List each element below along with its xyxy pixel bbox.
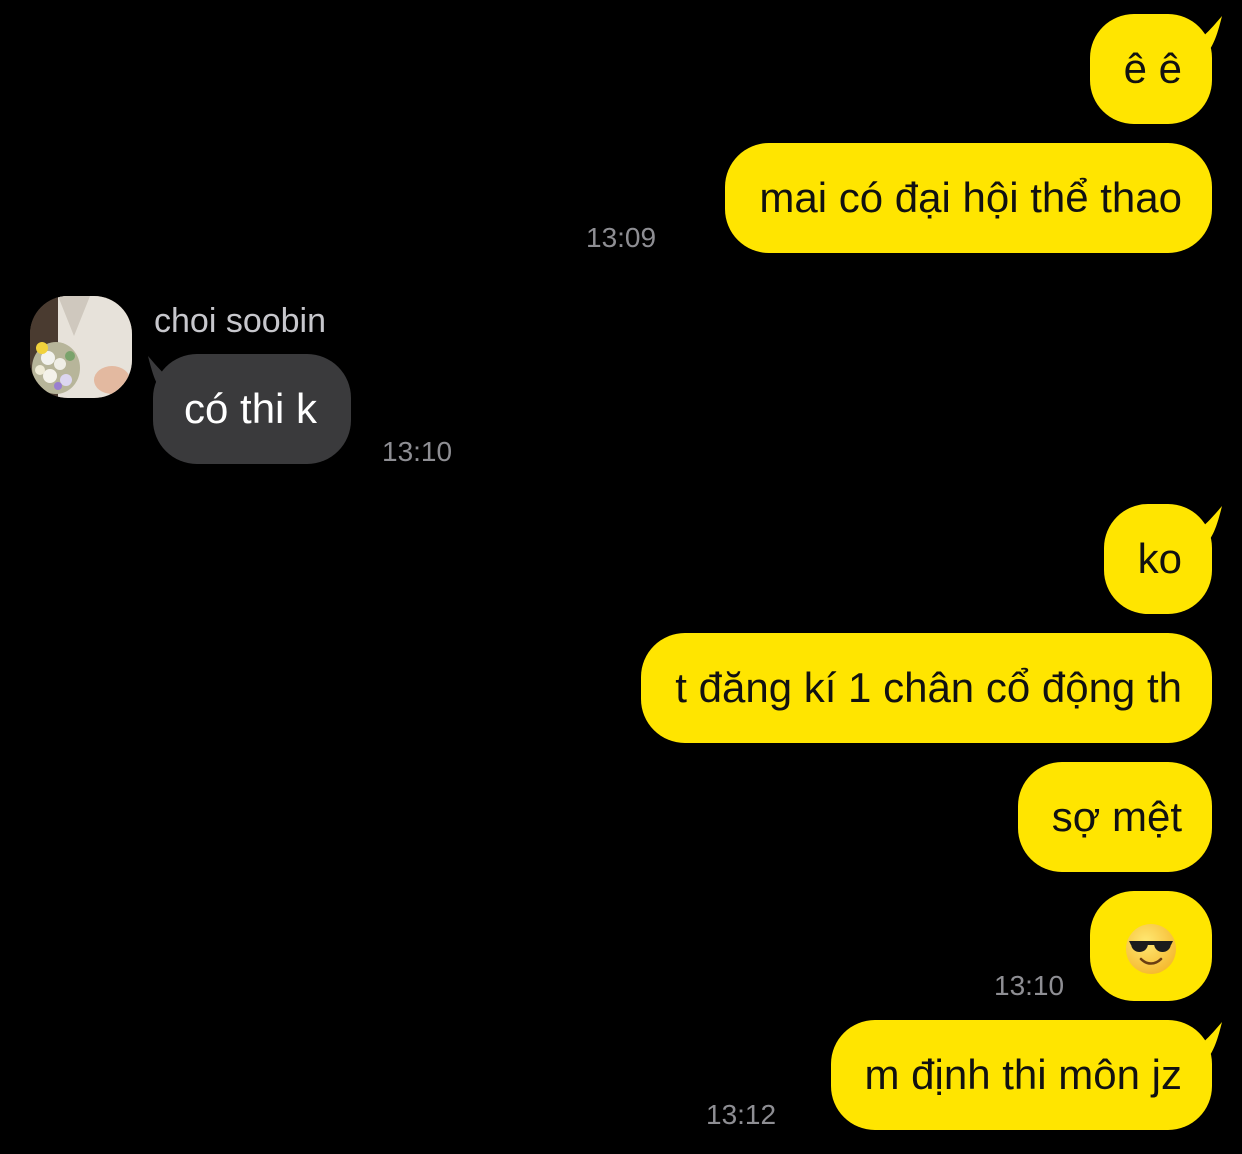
message-timestamp: 13:10 [994,970,1065,1001]
message-text: ê ê [1123,45,1182,92]
message-timestamp: 13:12 [706,1099,777,1130]
bubble-tail [1184,1022,1222,1060]
message-text: m định thi môn jz [864,1051,1182,1098]
message-text: sợ mệt [1051,793,1182,840]
message-text: có thi k [184,385,318,432]
message-bubble-outgoing[interactable]: t đăng kí 1 chân cổ động th [641,633,1212,743]
bubble-tail [1184,16,1222,54]
message-text: ko [1137,535,1182,582]
bubble-tail [1184,506,1222,544]
contact-avatar[interactable] [30,296,132,398]
message-bubble-outgoing[interactable] [1090,891,1212,1001]
message-text: mai có đại hội thể thao [759,174,1182,221]
message-timestamp: 13:10 [382,436,453,467]
smiling-face-with-sunglasses-icon [1126,923,1176,974]
message-text: t đăng kí 1 chân cổ động th [675,664,1182,711]
message-timestamp: 13:09 [586,222,657,253]
message-bubble-incoming[interactable]: có thi k [153,354,352,464]
avatar-photo-icon [30,296,132,398]
message-bubble-outgoing[interactable]: sợ mệt [1017,762,1212,872]
message-bubble-outgoing[interactable]: mai có đại hội thể thao [725,143,1212,253]
message-bubble-outgoing[interactable]: m định thi môn jz [830,1020,1212,1130]
sender-name: choi soobin [154,302,327,340]
